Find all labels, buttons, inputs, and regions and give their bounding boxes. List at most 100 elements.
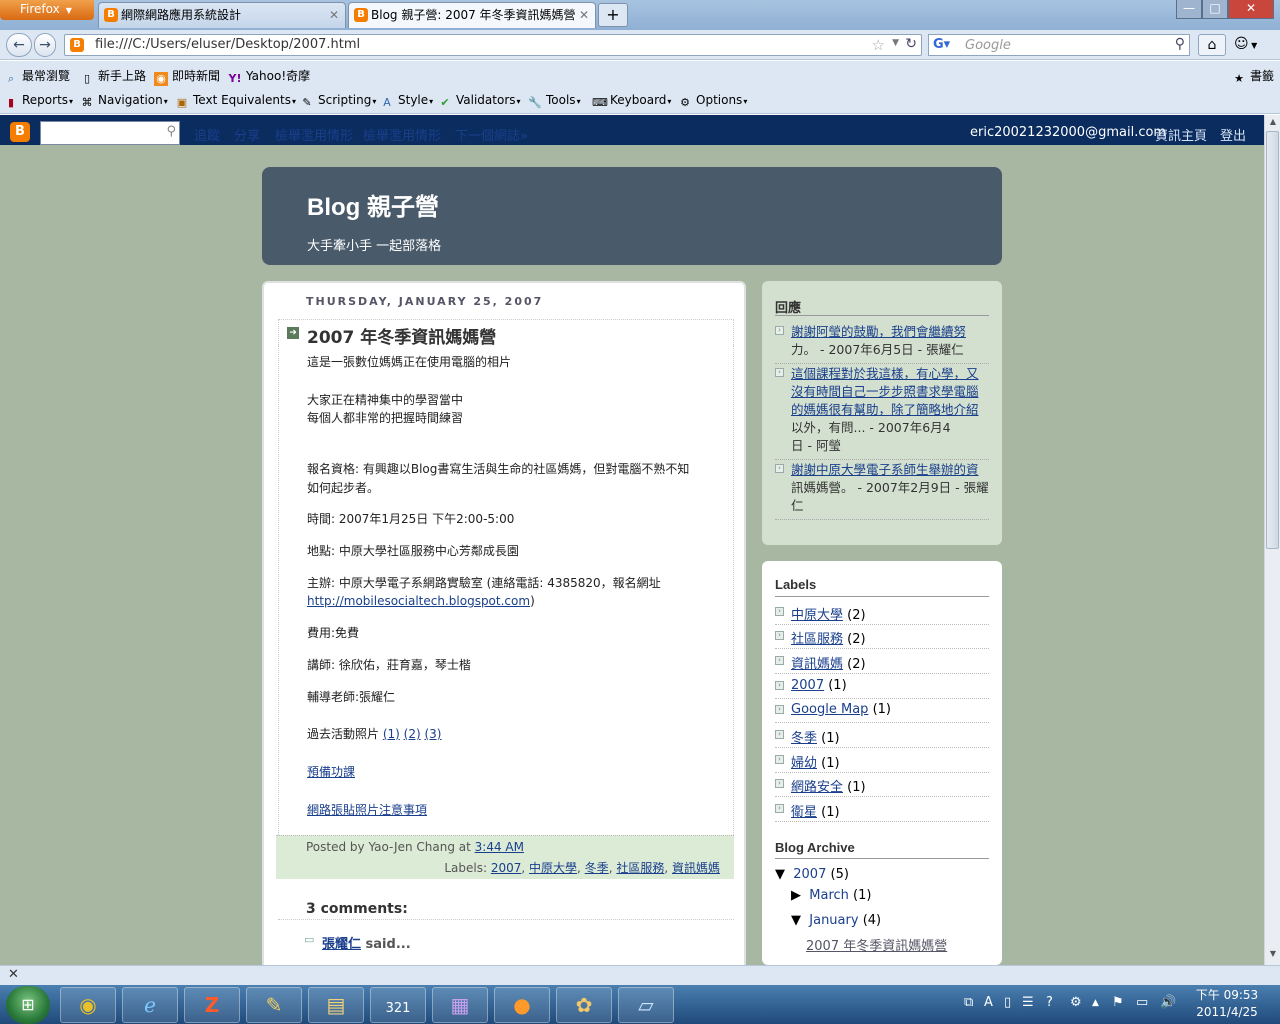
photo-link-1[interactable]: (1) bbox=[383, 727, 400, 741]
photo-link-3[interactable]: (3) bbox=[424, 727, 441, 741]
vertical-scrollbar[interactable]: ▲ ▼ bbox=[1264, 115, 1280, 965]
blog-search-input[interactable]: ⚲ bbox=[40, 121, 180, 145]
close-tab-icon[interactable]: ✕ bbox=[329, 3, 339, 27]
bookmarks-menu[interactable]: ★ 書籤 bbox=[1232, 67, 1274, 86]
comment-author-link[interactable]: 張耀仁 bbox=[322, 937, 361, 952]
archive-post-link[interactable]: 2007 年冬季資訊媽媽營 bbox=[806, 939, 947, 954]
archive-month-link[interactable]: March bbox=[809, 888, 849, 903]
tray-volume-icon[interactable]: 🔊 bbox=[1160, 995, 1176, 1010]
google-icon[interactable]: G▾ bbox=[933, 37, 951, 53]
taskbar-calendar[interactable]: 321 bbox=[370, 987, 426, 1023]
new-tab-button[interactable]: + bbox=[598, 3, 628, 27]
bookmark-news[interactable]: ◉ 即時新聞 bbox=[154, 67, 220, 86]
archive-month-link[interactable]: January bbox=[809, 913, 858, 928]
search-icon[interactable]: ⚲ bbox=[1175, 36, 1185, 52]
scroll-down-icon[interactable]: ▼ bbox=[1267, 949, 1279, 963]
tray-flag-icon[interactable]: ⚑ bbox=[1112, 995, 1124, 1010]
navbar-next-blog-link[interactable]: 下一個網誌» bbox=[455, 125, 528, 144]
back-button[interactable]: ← bbox=[6, 33, 32, 57]
label-link[interactable]: 社區服務 bbox=[791, 632, 843, 647]
url-bar[interactable]: B file:///C:/Users/eluser/Desktop/2007.h… bbox=[64, 34, 922, 56]
scroll-up-icon[interactable]: ▲ bbox=[1267, 117, 1279, 131]
notice-link[interactable]: 網路張貼照片注意事項 bbox=[307, 803, 427, 817]
triangle-down-icon[interactable]: ▼ bbox=[775, 867, 785, 882]
tab-blog[interactable]: B Blog 親子營: 2007 年冬季資訊媽媽營 ✕ bbox=[348, 2, 596, 28]
taskbar-explorer[interactable]: ▤ bbox=[308, 987, 364, 1023]
label-link[interactable]: 資訊媽媽 bbox=[791, 657, 843, 672]
taskbar-firefox[interactable]: ● bbox=[494, 987, 550, 1023]
dev-menu-text-equivalents[interactable]: ▣ Text Equivalents▾ bbox=[175, 93, 296, 110]
comment-link[interactable]: 謝謝中原大學電子系師生舉辦的資 bbox=[791, 462, 979, 477]
label-link[interactable]: 婦幼 bbox=[791, 756, 817, 771]
dev-menu-scripting[interactable]: ✎ Scripting▾ bbox=[300, 93, 376, 110]
taskbar-notepad[interactable]: ▱ bbox=[618, 987, 674, 1023]
minimize-button[interactable]: — bbox=[1176, 0, 1202, 19]
dev-menu-style[interactable]: A Style▾ bbox=[380, 93, 433, 110]
archive-year-link[interactable]: 2007 bbox=[793, 867, 826, 882]
tray-menu-icon[interactable]: ☰ bbox=[1022, 995, 1034, 1010]
label-link[interactable]: 中原大學 bbox=[791, 608, 843, 623]
tab-course[interactable]: B 網際網路應用系統設計 ✕ bbox=[98, 2, 346, 28]
bookmark-getting-started[interactable]: ▯ 新手上路 bbox=[80, 67, 146, 86]
tray-help-icon[interactable]: ? bbox=[1046, 995, 1053, 1010]
triangle-down-icon[interactable]: ▼ bbox=[791, 913, 801, 928]
comment-link[interactable]: 謝謝阿瑩的鼓勵，我們會繼續努 bbox=[791, 324, 966, 339]
tray-settings-icon[interactable]: ⚙ bbox=[1070, 995, 1082, 1010]
taskbar-ie[interactable]: ℯ bbox=[122, 987, 178, 1023]
post-label-link[interactable]: 2007 bbox=[491, 861, 522, 875]
page-viewport[interactable]: B ⚲ 追蹤 分享 檢舉濫用情形 檢舉濫用情形 下一個網誌» eric20021… bbox=[0, 115, 1264, 965]
close-statusbar-icon[interactable]: ✕ bbox=[8, 967, 19, 982]
dev-menu-keyboard[interactable]: ⌨ Keyboard▾ bbox=[592, 93, 671, 110]
blog-title[interactable]: Blog 親子營 bbox=[307, 187, 439, 222]
post-label-link[interactable]: 中原大學 bbox=[529, 861, 577, 875]
comment-link[interactable]: 的媽媽很有幫助，除了簡略地介紹 bbox=[791, 402, 979, 417]
tray-ime-icon[interactable]: A bbox=[984, 995, 993, 1010]
navbar-dashboard-link[interactable]: 資訊主頁 bbox=[1155, 125, 1207, 144]
bookmark-yahoo[interactable]: Y! Yahoo!奇摩 bbox=[228, 67, 311, 86]
navbar-follow-link[interactable]: 追蹤 bbox=[194, 125, 220, 144]
photo-link-2[interactable]: (2) bbox=[404, 727, 421, 741]
taskbar-paint[interactable]: ✿ bbox=[556, 987, 612, 1023]
blogger-logo-icon[interactable]: B bbox=[10, 122, 30, 142]
tray-expand-icon[interactable]: ▲ bbox=[1092, 998, 1099, 1008]
chevron-down-icon[interactable]: ▼ bbox=[892, 38, 899, 48]
prep-link[interactable]: 預備功課 bbox=[307, 765, 355, 779]
close-tab-icon[interactable]: ✕ bbox=[579, 3, 589, 27]
post-label-link[interactable]: 社區服務 bbox=[616, 861, 664, 875]
start-button[interactable]: ⊞ bbox=[6, 986, 50, 1024]
close-window-button[interactable]: ✕ bbox=[1228, 0, 1274, 19]
search-icon[interactable]: ⚲ bbox=[166, 124, 176, 139]
navbar-share-link[interactable]: 分享 bbox=[234, 125, 260, 144]
label-link[interactable]: 冬季 bbox=[791, 731, 817, 746]
tray-monitor-icon[interactable]: ▭ bbox=[1136, 995, 1148, 1010]
post-label-link[interactable]: 冬季 bbox=[585, 861, 609, 875]
navbar-report-abuse-link[interactable]: 檢舉濫用情形 bbox=[363, 125, 441, 144]
taskbar-tool[interactable]: ✎ bbox=[246, 987, 302, 1023]
label-link[interactable]: 2007 bbox=[791, 678, 824, 693]
triangle-right-icon[interactable]: ▶ bbox=[791, 888, 801, 903]
taskbar-filezilla[interactable]: Z bbox=[184, 987, 240, 1023]
comment-link[interactable]: 這個課程對於我這樣，有心學，又 bbox=[791, 366, 979, 381]
bookmark-star-icon[interactable]: ☆ bbox=[872, 36, 885, 54]
forward-button[interactable]: → bbox=[34, 33, 56, 57]
signup-url-link[interactable]: http://mobilesocialtech.blogspot.com bbox=[307, 594, 530, 608]
tray-network-icon[interactable]: ⧉ bbox=[964, 995, 973, 1010]
home-button[interactable]: ⌂ bbox=[1198, 34, 1226, 56]
dev-menu-options[interactable]: ⚙ Options▾ bbox=[678, 93, 747, 110]
dev-menu-reports[interactable]: ▮ Reports▾ bbox=[4, 93, 73, 110]
post-time-link[interactable]: 3:44 AM bbox=[475, 840, 524, 854]
tray-window-icon[interactable]: ▯ bbox=[1004, 995, 1011, 1010]
maximize-button[interactable]: □ bbox=[1202, 0, 1228, 19]
reload-icon[interactable]: ↻ bbox=[905, 36, 917, 52]
firefox-menu-button[interactable]: Firefox ▼ bbox=[0, 0, 94, 20]
dev-menu-navigation[interactable]: ⌘ Navigation▾ bbox=[80, 93, 168, 110]
navbar-signout-link[interactable]: 登出 bbox=[1220, 125, 1246, 144]
scrollbar-thumb[interactable] bbox=[1266, 131, 1279, 549]
label-link[interactable]: 衛星 bbox=[791, 805, 817, 820]
taskbar-winrar[interactable]: ▦ bbox=[432, 987, 488, 1023]
dev-menu-tools[interactable]: 🔧 Tools▾ bbox=[528, 93, 580, 110]
url-text[interactable]: file:///C:/Users/eluser/Desktop/2007.htm… bbox=[95, 37, 360, 52]
label-link[interactable]: Google Map bbox=[791, 702, 868, 717]
post-label-link[interactable]: 資訊媽媽 bbox=[672, 861, 720, 875]
bookmark-most-visited[interactable]: ⌕ 最常瀏覽 bbox=[4, 67, 70, 86]
